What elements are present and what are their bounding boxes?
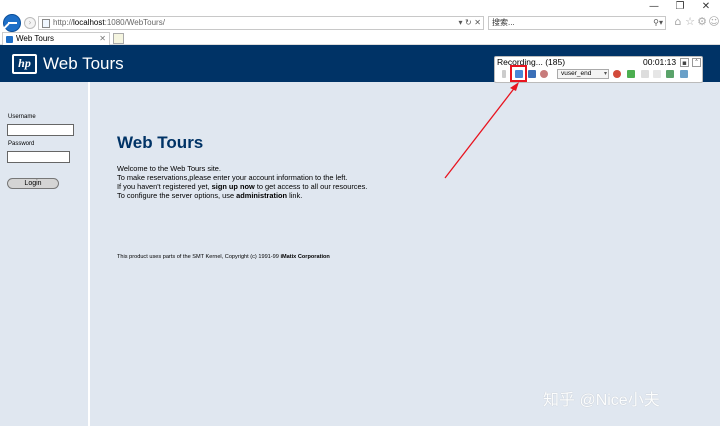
password-label: Password <box>8 141 35 147</box>
site-brand: Web Tours <box>43 54 124 73</box>
cancel-recording-icon[interactable] <box>540 70 548 78</box>
recording-status: Recording... (185) <box>497 57 566 67</box>
close-window-button[interactable]: ✕ <box>692 0 720 14</box>
gear-icon[interactable]: ⚙ <box>696 16 708 28</box>
main-content: Web Tours Welcome to the Web Tours site.… <box>92 82 720 426</box>
toolbar-grip-icon <box>502 70 506 78</box>
administration-link[interactable]: administration <box>236 191 287 200</box>
web-page: hp Web Tours Username Password Login Web… <box>0 45 720 426</box>
tab-web-tours[interactable]: Web Tours ✕ <box>2 32 110 45</box>
feedback-icon[interactable]: ☺ <box>708 16 720 28</box>
rendezvous-icon[interactable] <box>627 70 635 78</box>
options-icon[interactable] <box>680 70 688 78</box>
username-label: Username <box>8 114 36 120</box>
search-icon[interactable]: ⚲▾ <box>653 17 663 29</box>
pin-icon[interactable]: ▪ <box>680 58 689 67</box>
window-title-bar: — ❐ ✕ <box>0 0 720 14</box>
new-tab-button[interactable] <box>113 33 124 44</box>
start-transaction-icon[interactable] <box>613 70 621 78</box>
restore-button[interactable]: ❐ <box>666 0 694 14</box>
pause-icon[interactable] <box>528 70 536 78</box>
hp-logo: hp <box>12 54 37 74</box>
end-transaction-icon[interactable] <box>641 70 649 78</box>
minimize-button[interactable]: — <box>640 0 668 14</box>
config-text: To configure the server options, use adm… <box>117 191 303 200</box>
tab-close-icon[interactable]: ✕ <box>99 33 106 45</box>
address-bar[interactable]: http://localhost:1080/WebTours/ ▾ ↻ ✕ <box>38 16 484 30</box>
annotation-highlight-box <box>510 65 527 82</box>
navigation-bar: › http://localhost:1080/WebTours/ ▾ ↻ ✕ … <box>0 14 720 32</box>
password-input[interactable] <box>7 151 70 163</box>
home-icon[interactable]: ⌂ <box>672 16 684 28</box>
sign-up-link[interactable]: sign up now <box>212 182 255 191</box>
address-tools[interactable]: ▾ ↻ ✕ <box>458 17 481 29</box>
transaction-select[interactable]: vuser_end ▾ <box>557 69 609 79</box>
recording-timer: 00:01:13 <box>643 57 677 67</box>
copyright-footnote: This product uses parts of the SMT Kerne… <box>117 254 330 260</box>
watermark: 知乎 @Nice小夫 <box>543 392 660 409</box>
back-button[interactable] <box>3 14 21 32</box>
tab-label: Web Tours <box>16 34 54 43</box>
login-sidebar: Username Password Login <box>0 82 90 426</box>
tab-strip: Web Tours ✕ <box>0 32 720 45</box>
page-title: Web Tours <box>117 133 204 152</box>
favorites-icon[interactable]: ☆ <box>684 16 696 28</box>
comment-icon[interactable] <box>653 70 661 78</box>
snapshot-icon[interactable] <box>666 70 674 78</box>
search-input[interactable]: 搜索... ⚲▾ <box>488 16 666 30</box>
chevron-down-icon: ▾ <box>603 70 607 77</box>
register-text: If you haven't registered yet, sign up n… <box>117 182 368 191</box>
forward-button[interactable]: › <box>24 17 36 29</box>
search-placeholder: 搜索... <box>492 18 515 27</box>
page-icon <box>42 19 50 28</box>
address-url[interactable]: http://localhost:1080/WebTours/ <box>53 17 165 29</box>
username-input[interactable] <box>7 124 74 136</box>
site-favicon-icon <box>6 36 13 43</box>
login-button[interactable]: Login <box>7 178 59 189</box>
welcome-text: Welcome to the Web Tours site. <box>117 164 221 173</box>
instructions-text: To make reservations,please enter your a… <box>117 173 348 182</box>
collapse-icon[interactable]: ˄ <box>692 58 701 67</box>
